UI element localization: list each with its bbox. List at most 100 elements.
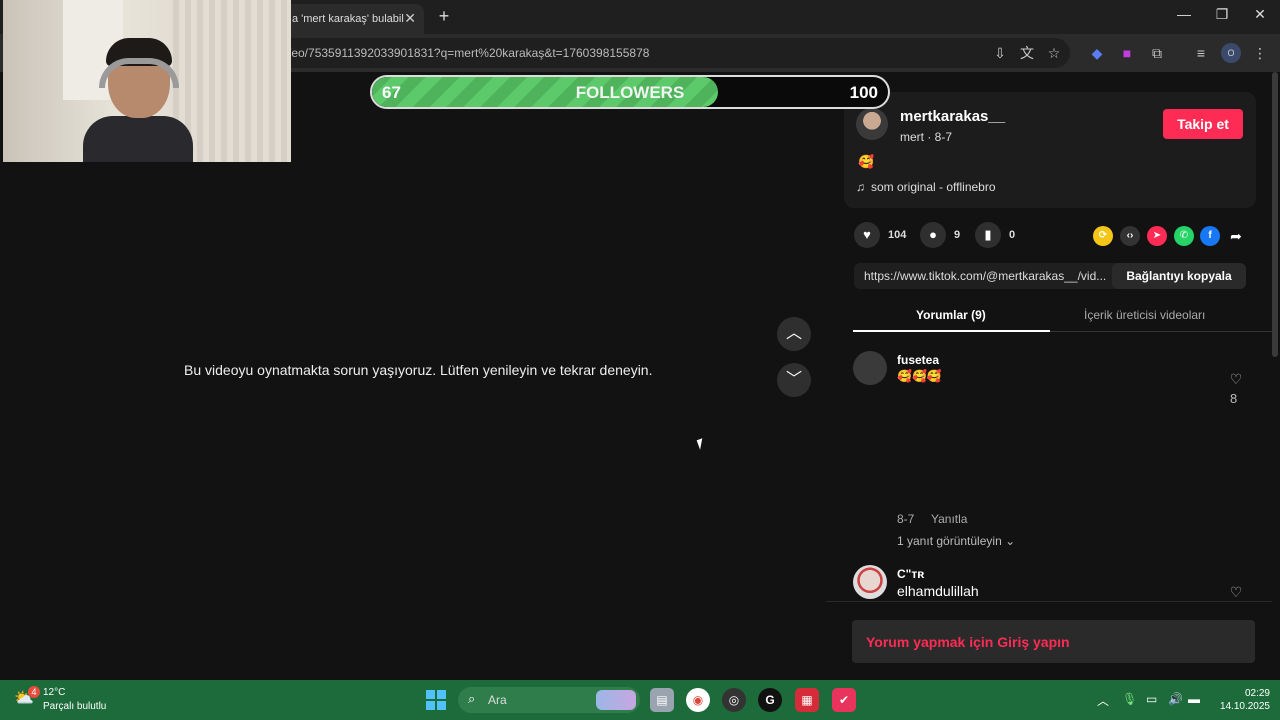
app-g-icon[interactable]: G [758, 688, 782, 712]
comment-action[interactable]: ● 9 [920, 222, 960, 248]
comment-like-count: 8 [1230, 391, 1238, 406]
heart-icon: ♥ [854, 222, 880, 248]
commenter-avatar[interactable] [853, 565, 887, 599]
chevron-down-icon: ⌄ [1005, 534, 1016, 548]
weather-temperature: 12°C [43, 687, 66, 698]
reply-link[interactable]: Yanıtla [931, 512, 967, 526]
creator-info-card: mertkarakas__ mert · 8-7 Takip et 🥰 ♫ som… [844, 92, 1256, 208]
like-count: 104 [888, 229, 907, 241]
start-button[interactable] [426, 690, 446, 710]
creator-avatar[interactable] [856, 108, 888, 140]
battery-icon[interactable]: ▬ [1188, 692, 1200, 706]
menu-kebab-icon[interactable]: ⋮ [1250, 43, 1270, 63]
clock-date: 14.10.2025 [1219, 701, 1270, 712]
followers-goal: 100 [849, 83, 878, 102]
chevron-up-icon: ︿ [785, 325, 802, 342]
weather-badge: 4 [28, 686, 40, 698]
install-app-icon[interactable]: ⇩ [990, 43, 1010, 63]
commenter-name[interactable]: fusetea [897, 353, 939, 367]
address-bar[interactable]: /eo/7535911392033901831?q=mert%20karakaş… [180, 38, 1070, 68]
active-tab-indicator [853, 330, 1050, 332]
system-clock[interactable]: 02:29 14.10.2025 [1210, 687, 1270, 713]
login-prompt: Yorum yapmak için Giriş yapın [866, 634, 1070, 650]
video-error-message: Bu videoyu oynatmakta sorun yaşıyoruz. L… [184, 362, 653, 378]
creator-username[interactable]: mertkarakas__ [900, 108, 1005, 125]
comment-count: 9 [954, 229, 961, 241]
panel-scrollbar[interactable] [1272, 72, 1278, 357]
search-highlight-image [596, 690, 636, 710]
login-to-comment-bar[interactable]: Yorum yapmak için Giriş yapın [852, 620, 1255, 663]
commenter-avatar[interactable] [853, 351, 887, 385]
previous-video-button[interactable]: ︿ [777, 317, 811, 351]
view-replies-link[interactable]: 1 yanıt görüntüleyin ⌄ [897, 534, 1015, 548]
tray-chevron-up-icon[interactable]: ︿ [1097, 692, 1109, 709]
music-title: som original - offlinebro [871, 180, 996, 194]
app-pink-icon[interactable]: ✔ [832, 688, 856, 712]
post-caption: 🥰 [858, 154, 875, 169]
comment-item: fusetea 🥰🥰🥰 ♡ 8 8-7 Yanıtla 1 yanıt görü… [853, 351, 1253, 551]
weather-description: Parçalı bulutlu [43, 701, 107, 712]
tab-creator-videos[interactable]: İçerik üreticisi videoları [1084, 308, 1205, 322]
bookmark-icon: ▮ [975, 222, 1001, 248]
chrome-icon[interactable]: ◉ [686, 688, 710, 712]
followers-label: FOLLOWERS [575, 83, 685, 102]
comment-bubble-icon: ● [920, 222, 946, 248]
embed-code-icon[interactable]: ‹› [1120, 226, 1140, 246]
tab-comments[interactable]: Yorumlar (9) [916, 308, 986, 322]
comment-item: C"ᴛʀ elhamdulillah ♡ [853, 565, 1253, 605]
comment-text: elhamdulillah [897, 583, 979, 599]
taskbar-search[interactable]: ⌕ Ara [458, 687, 640, 713]
extensions-puzzle-icon[interactable]: ⧉ [1147, 43, 1167, 63]
followers-goal-bar: 67 FOLLOWERS 100 [370, 75, 890, 109]
extension-shield-icon[interactable]: ◆ [1087, 43, 1107, 63]
webcam-overlay [3, 0, 291, 162]
save-count: 0 [1009, 229, 1016, 241]
view-replies-label: 1 yanıt görüntüleyin [897, 534, 1002, 548]
close-window-button[interactable]: ✕ [1248, 6, 1272, 23]
follow-button[interactable]: Takip et [1163, 109, 1243, 139]
repost-icon[interactable]: ⟳ [1093, 226, 1113, 246]
share-arrow-icon[interactable]: ➦ [1226, 226, 1246, 246]
creator-subtitle: mert · 8-7 [900, 130, 953, 144]
translate-icon[interactable]: 文 [1017, 43, 1037, 63]
music-info[interactable]: ♫ som original - offlinebro [856, 180, 996, 194]
restore-button[interactable]: ❐ [1210, 6, 1234, 23]
whatsapp-icon[interactable]: ✆ [1174, 226, 1194, 246]
comment-heart-icon[interactable]: ♡ [1228, 584, 1244, 601]
browser-tab[interactable]: a 'mert karakaş' bulabili ✕ [284, 4, 424, 34]
comment-heart-icon[interactable]: ♡ [1228, 371, 1244, 388]
tab-close-icon[interactable]: ✕ [404, 10, 416, 27]
copy-link-box: https://www.tiktok.com/@mertkarakas__/vi… [854, 263, 1246, 289]
next-video-button[interactable]: ﹀ [777, 363, 811, 397]
video-player[interactable]: Bu videoyu oynatmakta sorun yaşıyoruz. L… [0, 72, 826, 680]
minimize-button[interactable]: — [1172, 6, 1196, 22]
screen: a 'mert karakaş' bulabili ✕ + — ❐ ✕ /eo/… [0, 0, 1280, 720]
new-tab-button[interactable]: + [434, 6, 454, 27]
facebook-icon[interactable]: f [1200, 226, 1220, 246]
extension-purple-icon[interactable]: ■ [1117, 43, 1137, 63]
network-icon[interactable]: ▭ [1146, 692, 1157, 706]
tiktok-page: Bu videoyu oynatmakta sorun yaşıyoruz. L… [0, 72, 1280, 680]
volume-icon[interactable]: 🔊 [1168, 692, 1183, 706]
music-note-icon: ♫ [856, 180, 865, 194]
commenter-name[interactable]: C"ᴛʀ [897, 567, 924, 581]
divider [826, 601, 1272, 602]
tab-title: a 'mert karakaş' bulabili [292, 13, 404, 25]
comment-tabs: Yorumlar (9) İçerik üreticisi videoları [853, 302, 1273, 332]
send-icon[interactable]: ➤ [1147, 226, 1167, 246]
like-action[interactable]: ♥ 104 [854, 222, 906, 248]
file-explorer-icon[interactable]: ▤ [650, 688, 674, 712]
comment-text: 🥰🥰🥰 [897, 369, 942, 383]
obs-icon[interactable]: ◎ [722, 688, 746, 712]
video-link-text: https://www.tiktok.com/@mertkarakas__/vi… [864, 269, 1107, 283]
copy-link-button[interactable]: Bağlantıyı kopyala [1112, 263, 1246, 289]
details-panel: mertkarakas__ mert · 8-7 Takip et 🥰 ♫ som… [826, 72, 1280, 680]
microphone-icon[interactable]: 🎙 [1122, 692, 1137, 706]
action-bar: ♥ 104 ● 9 ▮ 0 ⟳ ‹› ➤ ✆ f ➦ [854, 222, 1254, 250]
profile-avatar[interactable]: O [1221, 43, 1241, 63]
bookmark-star-icon[interactable]: ☆ [1044, 43, 1064, 63]
save-action[interactable]: ▮ 0 [975, 222, 1015, 248]
search-label: Ara [488, 693, 507, 707]
app-red-icon[interactable]: ▦ [795, 688, 819, 712]
reading-list-icon[interactable]: ≡ [1191, 43, 1211, 63]
